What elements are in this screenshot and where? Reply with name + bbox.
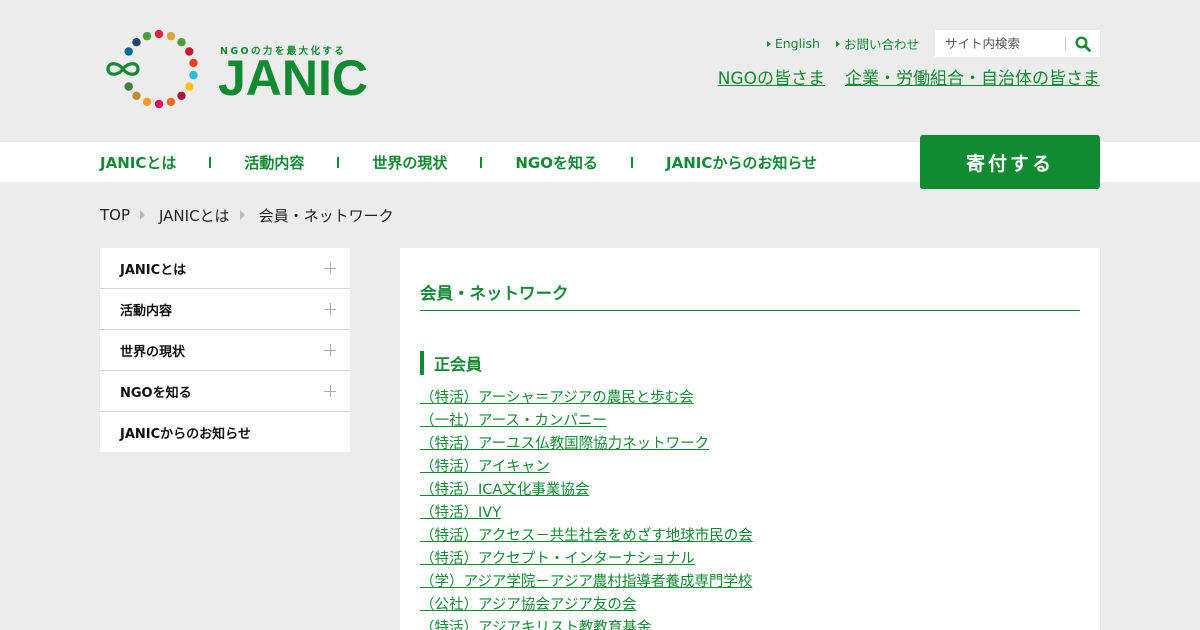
utility-bar: English お問い合わせ [766, 30, 1100, 57]
logo-dot [154, 99, 164, 109]
nav-item-world[interactable]: 世界の現状 [372, 152, 447, 173]
list-item: （公社）アジア協会アジア友の会 [420, 592, 753, 615]
list-item: （特活）アーユス仏教国際協力ネットワーク [420, 431, 753, 454]
sidebar-item-label: 世界の現状 [120, 344, 186, 360]
chevron-right-icon [239, 210, 245, 220]
nav-divider [337, 156, 340, 168]
janic-logo[interactable]: NGOの力を最大化する JANIC [100, 28, 380, 114]
logo-dot [185, 47, 194, 56]
logo-dot [124, 82, 133, 91]
logo-dot [166, 97, 176, 107]
triangle-right-icon [766, 40, 771, 47]
ngo-audience-link[interactable]: NGOの皆さま [718, 64, 825, 89]
main-content: 会員・ネットワーク 正会員 （特活）アーシャ＝アジアの農民と歩む会 （一社）アー… [400, 248, 1100, 630]
sidebar-item-world[interactable]: 世界の現状 [100, 330, 350, 371]
breadcrumb: TOP JANICとは 会員・ネットワーク [100, 205, 394, 225]
member-link[interactable]: （一社）アース・カンパニー [420, 413, 607, 429]
list-item: （学）アジア学院－アジア農村指導者養成専門学校 [420, 569, 753, 592]
search-icon[interactable] [1074, 35, 1092, 53]
sidebar-item-activities[interactable]: 活動内容 [100, 289, 350, 330]
member-link[interactable]: （特活）アクセス－共生社会をめざす地球市民の会 [420, 528, 753, 544]
logo-dot [189, 58, 198, 68]
member-link[interactable]: （特活）ICA文化事業協会 [420, 482, 589, 498]
list-item: （特活）アイキャン [420, 454, 753, 477]
corporate-audience-link[interactable]: 企業・労働組合・自治体の皆さま [845, 64, 1100, 89]
search-input[interactable] [935, 30, 1065, 57]
logo-dot [124, 47, 133, 56]
sidebar-item-news[interactable]: JANICからのお知らせ [100, 412, 350, 452]
list-item: （特活）アーシャ＝アジアの農民と歩む会 [420, 385, 753, 408]
nav-divider [209, 156, 212, 168]
member-link[interactable]: （特活）アクセプト・インターナショナル [420, 551, 695, 567]
page-title: 会員・ネットワーク [420, 284, 569, 303]
breadcrumb-about[interactable]: JANICとは [159, 205, 230, 226]
nav-item-activities[interactable]: 活動内容 [244, 152, 304, 173]
nav-item-news[interactable]: JANICからのお知らせ [666, 152, 817, 173]
plus-icon[interactable] [324, 344, 336, 356]
site-search [935, 30, 1100, 57]
plus-icon[interactable] [324, 262, 336, 274]
search-divider [1065, 37, 1066, 50]
sdg-ring-logo-icon [106, 29, 198, 109]
member-list: （特活）アーシャ＝アジアの農民と歩む会 （一社）アース・カンパニー （特活）アー… [420, 385, 753, 630]
sidebar-item-ngo[interactable]: NGOを知る [100, 371, 350, 412]
plus-icon[interactable] [324, 303, 336, 315]
member-link[interactable]: （公社）アジア協会アジア友の会 [420, 597, 636, 613]
list-item: （特活）IVY [420, 500, 753, 523]
english-link-label: English [774, 36, 820, 51]
nav-item-about[interactable]: JANICとは [100, 152, 176, 173]
logo-dot [185, 82, 194, 91]
nav-divider [480, 156, 483, 168]
nav-items: JANICとは 活動内容 世界の現状 NGOを知る JANICからのお知らせ [100, 142, 817, 182]
list-item: （特活）アクセプト・インターナショナル [420, 546, 753, 569]
breadcrumb-current: 会員・ネットワーク [258, 206, 394, 225]
title-divider [420, 310, 1080, 311]
infinity-icon [106, 62, 140, 76]
logo-wordmark: JANIC [218, 50, 369, 106]
audience-links: NGOの皆さま 企業・労働組合・自治体の皆さま [718, 64, 1100, 89]
plus-icon[interactable] [324, 385, 336, 397]
contact-link-label: お問い合わせ [843, 37, 919, 52]
sidebar-item-label: NGOを知る [120, 385, 192, 401]
logo-dot [132, 38, 141, 47]
sidebar-item-label: JANICとは [120, 262, 187, 278]
chevron-right-icon [140, 210, 146, 220]
logo-dot [177, 38, 186, 47]
sidebar-item-about[interactable]: JANICとは [100, 248, 350, 289]
sidebar-item-label: 活動内容 [120, 303, 173, 319]
list-item: （特活）ICA文化事業協会 [420, 477, 753, 500]
sidebar-item-label: JANICからのお知らせ [120, 426, 251, 442]
logo-dot [166, 31, 176, 41]
member-link[interactable]: （特活）アーユス仏教国際協力ネットワーク [420, 436, 709, 452]
logo-dot [189, 70, 198, 80]
member-link[interactable]: （特活）アジアキリスト教教育基金 [420, 620, 651, 630]
logo-dot [154, 29, 164, 39]
logo-dot [177, 91, 186, 100]
contact-link[interactable]: お問い合わせ [835, 34, 919, 53]
member-link[interactable]: （特活）アイキャン [420, 459, 550, 475]
donate-button[interactable]: 寄付する [920, 135, 1100, 189]
logo-dot [142, 97, 152, 107]
site-header: NGOの力を最大化する JANIC English お問い合わせ NGOの皆さま… [0, 0, 1200, 142]
logo-dot [132, 91, 141, 100]
triangle-right-icon [835, 40, 840, 47]
nav-divider [631, 156, 633, 168]
logo-dot [142, 31, 152, 41]
sidebar-menu: JANICとは 活動内容 世界の現状 NGOを知る JANICからのお知らせ [100, 248, 350, 452]
member-link[interactable]: （学）アジア学院－アジア農村指導者養成専門学校 [420, 574, 752, 590]
member-link[interactable]: （特活）アーシャ＝アジアの農民と歩む会 [420, 390, 694, 406]
breadcrumb-top[interactable]: TOP [100, 206, 130, 224]
list-item: （特活）アクセス－共生社会をめざす地球市民の会 [420, 523, 753, 546]
section-title: 正会員 [420, 351, 482, 375]
member-link[interactable]: （特活）IVY [420, 505, 501, 521]
list-item: （特活）アジアキリスト教教育基金 [420, 615, 753, 630]
list-item: （一社）アース・カンパニー [420, 408, 753, 431]
nav-item-ngo[interactable]: NGOを知る [515, 152, 598, 173]
english-link[interactable]: English [766, 36, 820, 51]
